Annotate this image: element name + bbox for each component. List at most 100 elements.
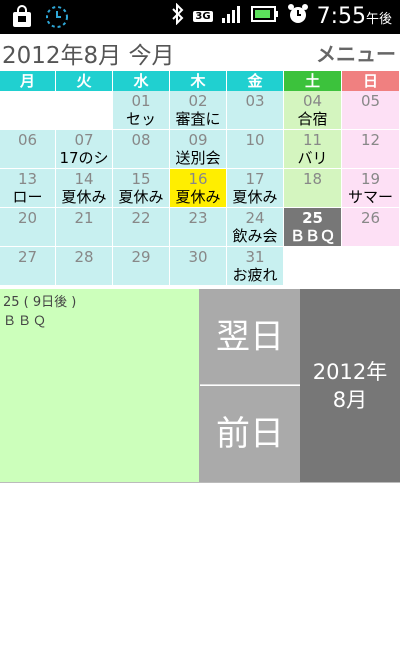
- calendar-day-cell[interactable]: 18: [284, 169, 342, 208]
- weekday-label: 月: [0, 71, 56, 91]
- calendar-day-cell[interactable]: 24 飲み会: [227, 208, 284, 247]
- calendar-day-cell[interactable]: 02 審査に: [170, 91, 227, 130]
- calendar-day-cell[interactable]: 05: [342, 91, 400, 130]
- calendar-day-cell[interactable]: 16 夏休み: [170, 169, 227, 208]
- app-header: 2012年8月 今月 メニュー: [0, 34, 400, 70]
- calendar-day-cell[interactable]: 26: [342, 208, 400, 247]
- calendar-day-cell[interactable]: 15 夏休み: [113, 169, 170, 208]
- day-number: 27: [17, 248, 38, 266]
- calendar-day-cell[interactable]: 30: [170, 247, 227, 286]
- event-detail-panel[interactable]: 25 ( 9日後 ) ＢＢＱ: [0, 289, 200, 482]
- menu-button[interactable]: メニュー: [316, 38, 396, 67]
- weekday-label: 木: [170, 71, 227, 91]
- day-event: サマー: [347, 188, 393, 206]
- status-bar: 3G 7:55午後: [0, 0, 400, 34]
- day-event: セッ: [125, 110, 156, 128]
- calendar-empty-cell: [284, 247, 342, 286]
- day-number: 06: [17, 131, 38, 149]
- day-number: 18: [302, 170, 323, 188]
- calendar-empty-cell: [342, 247, 400, 286]
- day-number: 09: [188, 131, 208, 149]
- calendar-day-cell[interactable]: 20: [0, 208, 56, 247]
- calendar-day-cell[interactable]: 27: [0, 247, 56, 286]
- calendar-grid: 01 セッ 02 審査に 03 04 合宿 05 06 07 17のシ 08 09 送別会 10 11 バリ 12…: [0, 91, 400, 286]
- day-number: 24: [245, 209, 265, 227]
- day-event: 飲み会: [232, 227, 278, 245]
- day-number: 26: [360, 209, 381, 227]
- day-number: 11: [302, 131, 323, 149]
- calendar-week-row: 01 セッ 02 審査に 03 04 合宿 05: [0, 91, 400, 130]
- day-number: 08: [131, 131, 151, 149]
- calendar-day-cell[interactable]: 28: [56, 247, 113, 286]
- calendar-day-cell[interactable]: 12: [342, 130, 400, 169]
- calendar-week-row: 20 21 22 23 24 飲み会 25 ＢＢＱ 26: [0, 208, 400, 247]
- calendar-day-cell[interactable]: 11 バリ: [284, 130, 342, 169]
- calendar-empty-cell: [0, 91, 56, 130]
- day-number: 17: [245, 170, 265, 188]
- day-number: 07: [74, 131, 94, 149]
- day-number: 25: [302, 209, 323, 227]
- month-display-year: 2012年: [312, 359, 388, 384]
- weekday-header: 月火水木金土日: [0, 71, 400, 91]
- calendar-day-cell[interactable]: 14 夏休み: [56, 169, 113, 208]
- calendar-day-cell[interactable]: 13 ロー: [0, 169, 56, 208]
- divider: [0, 482, 400, 483]
- signal-icon: [221, 4, 243, 28]
- day-number: 19: [360, 170, 381, 188]
- alarm-icon: [287, 3, 309, 29]
- day-event: ＢＢＱ: [289, 227, 335, 245]
- day-number: 21: [74, 209, 94, 227]
- calendar-day-cell[interactable]: 08: [113, 130, 170, 169]
- day-number: 10: [245, 131, 265, 149]
- battery-icon: [250, 5, 279, 27]
- day-number: 05: [360, 92, 381, 110]
- calendar-day-cell[interactable]: 17 夏休み: [227, 169, 284, 208]
- weekday-label: 日: [342, 71, 400, 91]
- clock-ampm: 午後: [365, 11, 392, 27]
- day-event: 合宿: [297, 110, 328, 128]
- calendar-day-cell[interactable]: 25 ＢＢＱ: [284, 208, 342, 247]
- page-title: 2012年8月 今月: [2, 43, 175, 69]
- day-number: 23: [188, 209, 208, 227]
- weekday-label: 金: [227, 71, 284, 91]
- previous-day-button[interactable]: 前日: [200, 386, 300, 482]
- day-event: 17のシ: [59, 149, 109, 167]
- calendar-day-cell[interactable]: 23: [170, 208, 227, 247]
- day-number: 12: [360, 131, 381, 149]
- calendar-day-cell[interactable]: 03: [227, 91, 284, 130]
- sync-icon: [44, 4, 70, 34]
- calendar-day-cell[interactable]: 07 17のシ: [56, 130, 113, 169]
- day-number: 16: [188, 170, 208, 188]
- calendar-day-cell[interactable]: 09 送別会: [170, 130, 227, 169]
- calendar-day-cell[interactable]: 19 サマー: [342, 169, 400, 208]
- day-event: 夏休み: [118, 188, 164, 206]
- day-number: 29: [131, 248, 151, 266]
- network-type-badge: 3G: [193, 10, 213, 22]
- calendar-day-cell[interactable]: 10: [227, 130, 284, 169]
- day-event: お疲れ: [232, 266, 278, 284]
- month-display-month: 8月: [332, 387, 368, 412]
- day-number: 04: [302, 92, 323, 110]
- calendar-day-cell[interactable]: 06: [0, 130, 56, 169]
- day-event: 審査に: [175, 110, 221, 128]
- calendar-week-row: 27 28 29 30 31 お疲れ: [0, 247, 400, 286]
- day-number: 30: [188, 248, 208, 266]
- detail-event-text: ＢＢＱ: [3, 314, 49, 329]
- weekday-label: 水: [113, 71, 170, 91]
- next-day-button[interactable]: 翌日: [200, 289, 300, 385]
- day-number: 28: [74, 248, 94, 266]
- calendar-day-cell[interactable]: 22: [113, 208, 170, 247]
- calendar-empty-cell: [56, 91, 113, 130]
- calendar-day-cell[interactable]: 04 合宿: [284, 91, 342, 130]
- calendar-day-cell[interactable]: 21: [56, 208, 113, 247]
- day-event: ロー: [12, 188, 43, 206]
- day-number: 15: [131, 170, 151, 188]
- calendar-day-cell[interactable]: 29: [113, 247, 170, 286]
- month-display-button[interactable]: 2012年 8月: [300, 289, 400, 482]
- day-number: 20: [17, 209, 38, 227]
- calendar-day-cell[interactable]: 31 お疲れ: [227, 247, 284, 286]
- calendar-day-cell[interactable]: 01 セッ: [113, 91, 170, 130]
- detail-date: 25 ( 9日後 ): [3, 295, 77, 310]
- day-event: 夏休み: [61, 188, 107, 206]
- day-number: 02: [188, 92, 208, 110]
